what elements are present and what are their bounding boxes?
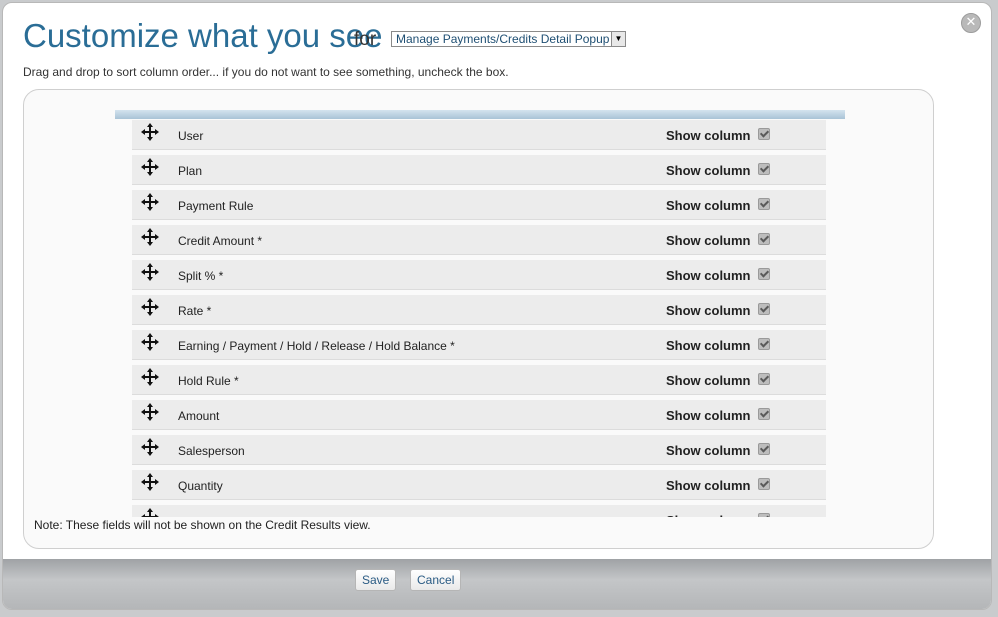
column-name: User xyxy=(178,129,204,143)
instructions-text: Drag and drop to sort column order... if… xyxy=(23,65,509,79)
show-column-label: Show column xyxy=(666,233,751,248)
column-name: Credit Amount * xyxy=(178,234,263,248)
show-column-label: Show column xyxy=(666,478,751,493)
show-column-checkbox[interactable] xyxy=(758,233,770,245)
move-arrows-icon[interactable] xyxy=(140,157,160,177)
move-arrows-icon[interactable] xyxy=(140,297,160,317)
column-row[interactable]: Credit Amount * Show column xyxy=(132,225,826,255)
column-row[interactable]: Salesperson Show column xyxy=(132,435,826,465)
dialog-footer: Save Cancel xyxy=(3,559,991,609)
column-name: Payment Rule xyxy=(178,199,254,213)
column-row[interactable]: Rate * Show column xyxy=(132,295,826,325)
view-select[interactable]: Manage Payments/Credits Detail Popup ▼ xyxy=(391,31,626,47)
move-arrows-icon[interactable] xyxy=(140,402,160,422)
column-row[interactable]: Payment Rule Show column xyxy=(132,190,826,220)
show-column-checkbox[interactable] xyxy=(758,443,770,455)
column-row[interactable]: Split % * Show column xyxy=(132,260,826,290)
show-column-checkbox[interactable] xyxy=(758,303,770,315)
for-label: for xyxy=(354,29,377,50)
show-column-label: Show column xyxy=(666,513,751,517)
move-arrows-icon[interactable] xyxy=(140,507,160,517)
column-row[interactable]: Hold Rule * Show column xyxy=(132,365,826,395)
move-arrows-icon[interactable] xyxy=(140,332,160,352)
column-list-header xyxy=(115,110,845,119)
move-arrows-icon[interactable] xyxy=(140,367,160,387)
note-text: Note: These fields will not be shown on … xyxy=(34,518,371,532)
show-column-checkbox[interactable] xyxy=(758,478,770,490)
move-arrows-icon[interactable] xyxy=(140,472,160,492)
move-arrows-icon[interactable] xyxy=(140,192,160,212)
column-row[interactable]: User Show column xyxy=(132,120,826,150)
column-name: Salesperson xyxy=(178,444,245,458)
column-row[interactable]: Show column xyxy=(132,505,826,517)
dropdown-arrow-icon: ▼ xyxy=(611,32,625,46)
show-column-checkbox[interactable] xyxy=(758,198,770,210)
show-column-label: Show column xyxy=(666,128,751,143)
show-column-label: Show column xyxy=(666,303,751,318)
show-column-checkbox[interactable] xyxy=(758,408,770,420)
show-column-label: Show column xyxy=(666,338,751,353)
columns-panel: User Show column Plan Show column Payment Ru… xyxy=(23,89,934,549)
move-arrows-icon[interactable] xyxy=(140,227,160,247)
column-row[interactable]: Earning / Payment / Hold / Release / Hol… xyxy=(132,330,826,360)
show-column-label: Show column xyxy=(666,163,751,178)
cancel-button[interactable]: Cancel xyxy=(410,569,462,591)
column-list[interactable]: User Show column Plan Show column Payment Ru… xyxy=(132,120,826,517)
show-column-label: Show column xyxy=(666,268,751,283)
show-column-checkbox[interactable] xyxy=(758,268,770,280)
customize-dialog: ✕ Customize what you see for Manage Paym… xyxy=(2,2,992,610)
close-icon[interactable]: ✕ xyxy=(961,13,981,33)
column-name: Quantity xyxy=(178,479,223,493)
column-row[interactable]: Quantity Show column xyxy=(132,470,826,500)
show-column-checkbox[interactable] xyxy=(758,128,770,140)
show-column-label: Show column xyxy=(666,408,751,423)
column-name: Rate * xyxy=(178,304,212,318)
show-column-checkbox[interactable] xyxy=(758,373,770,385)
save-button[interactable]: Save xyxy=(355,569,397,591)
column-row[interactable]: Plan Show column xyxy=(132,155,826,185)
column-name: Plan xyxy=(178,164,203,178)
show-column-checkbox[interactable] xyxy=(758,163,770,175)
show-column-label: Show column xyxy=(666,198,751,213)
show-column-label: Show column xyxy=(666,443,751,458)
column-name: Earning / Payment / Hold / Release / Hol… xyxy=(178,339,455,353)
move-arrows-icon[interactable] xyxy=(140,122,160,142)
show-column-label: Show column xyxy=(666,373,751,388)
show-column-checkbox[interactable] xyxy=(758,513,770,517)
dialog-title: Customize what you see xyxy=(23,17,383,54)
column-row[interactable]: Amount Show column xyxy=(132,400,826,430)
show-column-checkbox[interactable] xyxy=(758,338,770,350)
column-name: Amount xyxy=(178,409,220,423)
column-name: Hold Rule * xyxy=(178,374,239,388)
move-arrows-icon[interactable] xyxy=(140,437,160,457)
column-name: Split % * xyxy=(178,269,224,283)
view-select-value: Manage Payments/Credits Detail Popup xyxy=(396,32,610,46)
move-arrows-icon[interactable] xyxy=(140,262,160,282)
